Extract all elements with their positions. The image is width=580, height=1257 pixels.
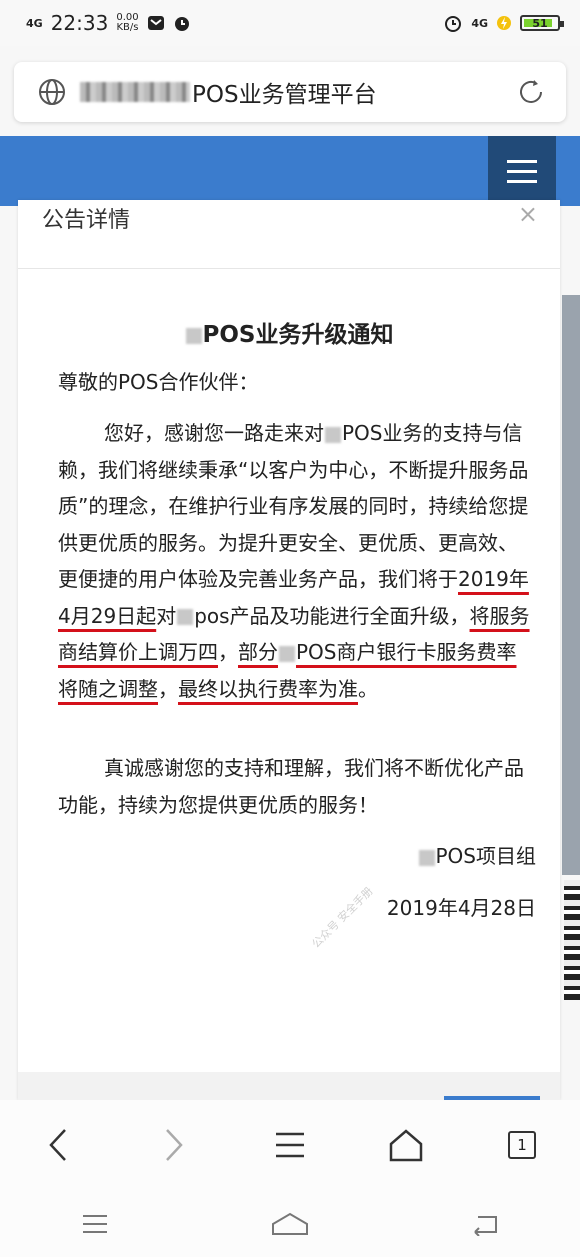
tabs-button[interactable]: 1 — [497, 1120, 547, 1170]
p1-d: pos产品及功能进行全面升级， — [194, 603, 470, 628]
p1-f: ， — [158, 676, 178, 701]
signature-text: POS项目组 — [435, 844, 537, 868]
qr-code-fragment — [564, 880, 580, 1000]
home-button[interactable] — [381, 1120, 431, 1170]
p1-a: 您好，感谢您一路走来对 — [104, 421, 324, 445]
recents-icon[interactable] — [80, 1212, 110, 1236]
watermark: 公众号 安全手册 — [309, 884, 376, 951]
page-title: POS业务管理平台 — [80, 75, 377, 109]
network-indicator: 4G — [26, 16, 43, 30]
close-icon[interactable]: × — [518, 200, 538, 228]
back-system-icon[interactable] — [470, 1212, 500, 1236]
browser-toolbar: 1 — [0, 1100, 580, 1190]
modal-title: 公告详情 — [42, 208, 131, 233]
clock: 22:33 — [50, 11, 109, 35]
notice-date: 2019年4月28日 — [386, 896, 536, 920]
address-bar[interactable]: POS业务管理平台 — [14, 62, 566, 122]
message-icon — [147, 16, 164, 30]
network-speed-unit: KB/s — [116, 22, 139, 33]
globe-icon — [39, 79, 65, 105]
notice-greeting: 尊敬的POS合作伙伴： — [58, 364, 532, 401]
notice-paragraph-2: 真诚感谢您的支持和理解，我们将不断优化产品功能，持续为您提供更优质的服务！ — [58, 756, 524, 817]
notice-title-text: POS业务升级通知 — [202, 322, 394, 348]
p1-b: POS业务的支持与信赖，我们将继续秉承“以客户为中心，不断提升服务品质”的理念，… — [58, 421, 529, 591]
notice-modal: 公告详情 × POS业务升级通知 尊敬的POS合作伙伴： 您好，感谢您一路走来对… — [18, 200, 560, 1100]
forward-button[interactable] — [149, 1120, 199, 1170]
page-title-text: POS业务管理平台 — [192, 82, 377, 108]
notice-paragraph-1: 您好，感谢您一路走来对 POS业务的支持与信赖，我们将继续秉承“以客户为中心，不断… — [58, 415, 532, 707]
greeting-text: 尊敬的POS合作伙伴： — [58, 370, 259, 394]
home-icon — [389, 1129, 423, 1162]
modal-header: 公告详情 × — [18, 200, 560, 269]
reload-icon[interactable] — [516, 77, 546, 107]
browser-menu-button[interactable] — [265, 1120, 315, 1170]
battery-level: 51 — [532, 16, 548, 30]
p1-underline-2a: 部分 — [238, 640, 278, 664]
network-indicator-right: 4G — [471, 16, 488, 30]
alarm-clock-icon — [445, 16, 462, 32]
system-nav-bar — [0, 1190, 580, 1257]
alarm-icon — [174, 17, 189, 31]
hamburger-menu-icon[interactable] — [488, 136, 556, 206]
redacted-text — [80, 82, 190, 102]
p1-e: ， — [218, 640, 238, 664]
network-speed: 0.00 KB/s — [116, 13, 138, 33]
p1-c: 对 — [156, 603, 177, 628]
charging-icon — [497, 16, 511, 30]
p1-underline-3: 最终以执行费率为准 — [178, 676, 358, 701]
back-arrow-icon — [49, 1129, 66, 1161]
p1-g: 。 — [358, 676, 378, 701]
forward-arrow-icon — [166, 1129, 183, 1161]
browser-menu-icon — [276, 1132, 304, 1158]
status-bar: 4G 22:33 0.00 KB/s 4G 51 — [0, 0, 580, 46]
back-button[interactable] — [33, 1120, 83, 1170]
notice-title: POS业务升级通知 — [18, 315, 560, 349]
notice-signature: POS项目组 — [418, 840, 537, 869]
background-strip — [562, 295, 580, 875]
tabs-icon: 1 — [508, 1131, 536, 1159]
battery-icon: 51 — [520, 15, 564, 31]
home-system-icon[interactable] — [270, 1211, 310, 1237]
